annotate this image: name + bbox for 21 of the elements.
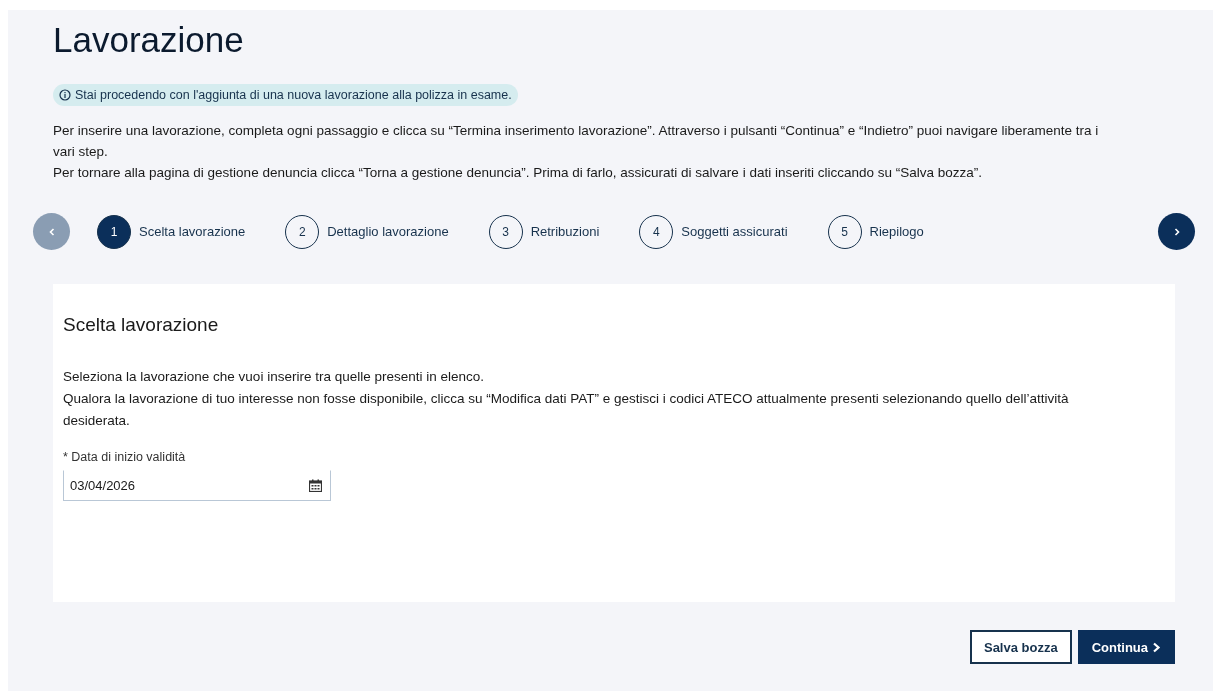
next-step-button[interactable] — [1158, 213, 1195, 250]
step-tab[interactable]: 5 Riepilogo — [827, 214, 924, 249]
step-tab[interactable]: 4 Soggetti assicurati — [639, 214, 788, 249]
step-tab[interactable]: 3 Retribuzioni — [488, 214, 600, 249]
date-input-field[interactable]: 03/04/2026 — [63, 470, 331, 501]
info-icon — [59, 89, 71, 101]
step-tab[interactable]: 2 Dettaglio lavorazione — [285, 214, 449, 249]
page-title: Lavorazione — [53, 20, 245, 61]
field-label: * Data di inizio validità — [63, 450, 187, 464]
chevron-right-icon — [1152, 641, 1161, 653]
intro-paragraph: Per tornare alla pagina di gestione denuncia clicca “Torna a gestione denuncia”. Prima di farlo, assicurati di salvare i dati inseriti cliccando su “Salva bozza”. — [53, 164, 983, 182]
intro-paragraph: Per inserire una lavorazione, completa ogni passaggio e clicca su “Termina inserimento lavorazione”. Attraverso i pulsanti “Continua” e “Indietro” puoi navigare liberamente tra i vari step. — [53, 122, 1100, 161]
card-title: Scelta lavorazione — [63, 314, 220, 336]
save-draft-button[interactable]: Salva bozza — [969, 630, 1072, 664]
card-description: Seleziona la lavorazione che vuoi inserire tra quelle presenti in elenco. — [63, 368, 485, 386]
calendar-icon[interactable] — [309, 479, 322, 492]
continue-button[interactable]: Continua — [1077, 630, 1175, 664]
step-number: 1 — [97, 214, 131, 249]
notice-text: Stai procedendo con l'aggiunta di una nuova lavorazione alla polizza in esame. — [75, 88, 512, 102]
card-description: Qualora la lavorazione di tuo interesse non fosse disponibile, clicca su “Modifica dati PAT” e gestisci i codici ATECO attualmente presenti selezionando quello dell’attività desiderata. — [63, 390, 1070, 430]
step-tab[interactable]: 1 Scelta lavorazione — [97, 214, 246, 249]
